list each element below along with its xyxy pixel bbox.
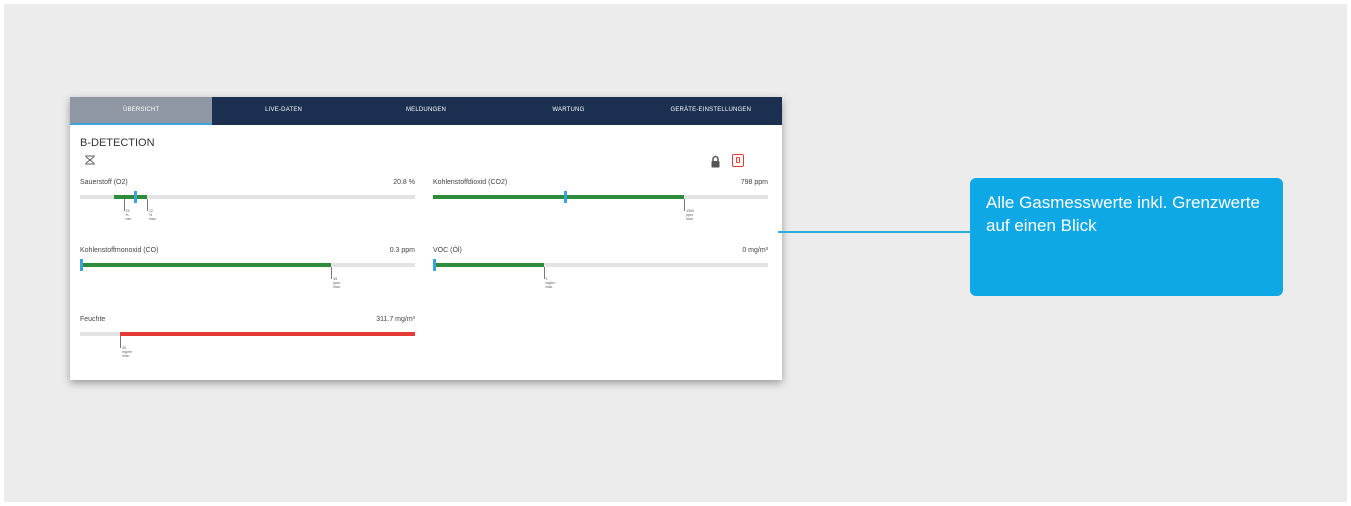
tab-bar: ÜBERSICHT LIVE-DATEN MELDUNGEN WARTUNG G… [70, 97, 782, 125]
tab-live-daten[interactable]: LIVE-DATEN [212, 97, 354, 125]
gauge-label: Kohlenstoffmonoxid (CO) [80, 247, 159, 254]
gauge-range-bar [433, 263, 544, 267]
gauge-track [433, 195, 768, 199]
app-screenshot: ÜBERSICHT LIVE-DATEN MELDUNGEN WARTUNG G… [70, 97, 782, 380]
gauge-range-bar [120, 332, 415, 336]
gauge-current-marker [563, 191, 567, 203]
threshold-label: 23% min. [125, 209, 133, 221]
alarm-icon[interactable] [732, 154, 744, 167]
gauge-range-bar [80, 263, 332, 267]
gauge-o2: Sauerstoff (O2) 20.8 % 23% min. 22% max. [80, 179, 415, 234]
threshold-label: 1500 ppm max. [686, 209, 695, 221]
gauge-value: 798 ppm [740, 179, 768, 186]
lock-icon[interactable] [710, 155, 721, 168]
callout-text: Alle Gasmesswerte inkl. Grenzwerte auf e… [986, 193, 1260, 235]
gauge-range-bar [433, 195, 685, 199]
threshold-label: 35 ppm max. [333, 277, 341, 289]
threshold-label: 25 mg/m³ max. [122, 346, 133, 358]
gauge-voc: VOC (Öl) 0 mg/m³ 1 mg/m³ max. [433, 247, 768, 302]
callout-connector-line [778, 231, 970, 233]
background-panel: ÜBERSICHT LIVE-DATEN MELDUNGEN WARTUNG G… [4, 4, 1347, 502]
threshold-tick [331, 267, 333, 279]
gauge-co2: Kohlenstoffdioxid (CO2) 798 ppm 1500 ppm m… [433, 179, 768, 234]
gauge-feuchte: Feuchte 311.7 mg/m³ 25 mg/m³ max. [80, 316, 415, 371]
threshold-label: 1 mg/m³ max. [545, 277, 556, 289]
gauge-track [80, 263, 415, 267]
tab-wartung[interactable]: WARTUNG [497, 97, 639, 125]
threshold-label: 22% max. [149, 209, 157, 221]
gauge-track [80, 195, 415, 199]
threshold-tick [684, 199, 686, 211]
gauge-value: 0.3 ppm [389, 247, 415, 254]
device-title: B-DETECTION [80, 137, 155, 149]
gauge-track [80, 332, 415, 336]
gauge-co: Kohlenstoffmonoxid (CO) 0.3 ppm 35 ppm max… [80, 247, 415, 302]
gauge-current-marker [80, 259, 83, 271]
sensor-icon [85, 155, 95, 165]
threshold-tick [123, 199, 125, 211]
tab-meldungen[interactable]: MELDUNGEN [355, 97, 497, 125]
gauge-label: Kohlenstoffdioxid (CO2) [433, 179, 508, 186]
callout-box: Alle Gasmesswerte inkl. Grenzwerte auf e… [970, 178, 1283, 296]
tab-uebersicht[interactable]: ÜBERSICHT [70, 97, 213, 125]
gauge-label: VOC (Öl) [433, 247, 462, 254]
gauge-track [433, 263, 768, 267]
threshold-tick [543, 267, 545, 279]
gauge-value: 311.7 mg/m³ [376, 316, 415, 323]
gauge-label: Sauerstoff (O2) [80, 179, 128, 186]
gauge-label: Feuchte [80, 316, 106, 323]
gauge-value: 0 mg/m³ [742, 247, 768, 254]
threshold-tick [147, 199, 148, 211]
gauge-current-marker [433, 259, 436, 271]
gauge-range-bar [113, 195, 147, 199]
threshold-tick [120, 336, 122, 348]
gauge-current-marker [133, 191, 137, 203]
tab-geraete-einstellungen[interactable]: GERÄTE-EINSTELLUNGEN [640, 97, 782, 125]
gauge-value: 20.8 % [393, 179, 415, 186]
